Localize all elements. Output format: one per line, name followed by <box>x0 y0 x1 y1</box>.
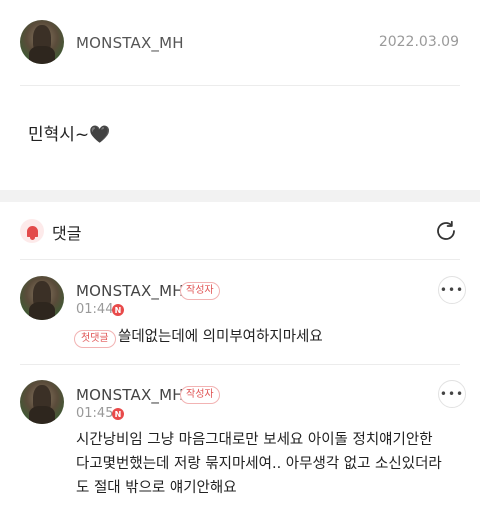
writer-badge: 작성자 <box>180 282 220 300</box>
comment-text-line: 도 절대 밖으로 얘기안해요 <box>76 480 237 496</box>
post-header-divider <box>20 85 460 86</box>
new-badge: N <box>112 304 124 316</box>
more-options-button[interactable]: ••• <box>438 276 466 304</box>
first-comment-badge: 첫댓글 <box>74 330 116 348</box>
comment-text-line: 시간낭비임 그냥 마음그대로만 보세요 아이돌 정치얘기안한 <box>76 432 433 448</box>
comment-item: MONSTAX_MH 작성자 01:45 N ••• 시간낭비임 그냥 마음그대… <box>0 364 480 510</box>
more-options-button[interactable]: ••• <box>438 380 466 408</box>
bell-icon <box>20 219 44 243</box>
comment-time: 01:45 <box>76 406 114 421</box>
comment-author-avatar[interactable] <box>20 380 64 424</box>
comment-text-line: 다고몇번했는데 저랑 묶지마세여.. 아무생각 없고 소신있더라 <box>76 456 442 472</box>
comment-item: MONSTAX_MH 작성자 01:44 N ••• 첫댓글 쓸데없는데에 의미… <box>0 260 480 364</box>
post-body-text: 민혁시~🖤 <box>28 125 111 145</box>
comment-author-name[interactable]: MONSTAX_MH <box>76 386 184 404</box>
post-author-avatar[interactable] <box>20 20 64 64</box>
post-date: 2022.03.09 <box>378 34 459 50</box>
comment-text: 쓸데없는데에 의미부여하지마세요 <box>118 329 323 345</box>
comments-header: 댓글 <box>0 202 480 260</box>
comments-title: 댓글 <box>52 224 82 243</box>
comment-time: 01:44 <box>76 302 114 317</box>
comment-author-name[interactable]: MONSTAX_MH <box>76 282 184 300</box>
comment-text: 시간낭비임 그냥 마음그대로만 보세요 아이돌 정치얘기안한 다고몇번했는데 저… <box>76 428 466 500</box>
section-separator <box>0 190 480 202</box>
post-header: MONSTAX_MH 2022.03.09 <box>0 0 480 86</box>
post-author-name[interactable]: MONSTAX_MH <box>76 34 184 52</box>
comment-author-avatar[interactable] <box>20 276 64 320</box>
new-badge: N <box>112 408 124 420</box>
writer-badge: 작성자 <box>180 386 220 404</box>
refresh-icon[interactable] <box>434 219 458 243</box>
